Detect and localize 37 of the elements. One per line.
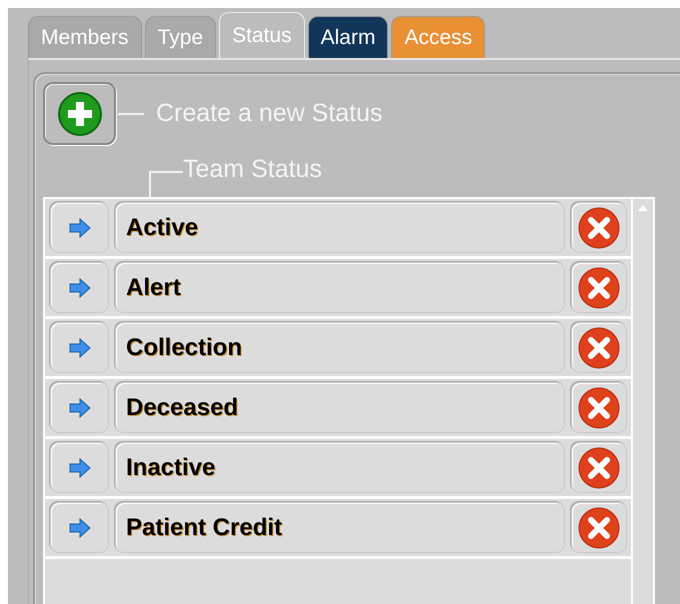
delete-icon (578, 506, 620, 548)
status-name-field[interactable]: Deceased (115, 382, 565, 433)
delete-button[interactable] (571, 322, 627, 373)
arrow-right-icon (68, 218, 92, 238)
arrow-button[interactable] (50, 262, 109, 313)
delete-icon (578, 266, 620, 308)
arrow-right-icon (68, 338, 92, 358)
arrow-button[interactable] (50, 382, 109, 433)
delete-button[interactable] (571, 502, 627, 553)
delete-button[interactable] (571, 262, 627, 313)
status-name-field[interactable]: Alert (115, 262, 565, 313)
arrow-button[interactable] (50, 202, 109, 253)
status-name-field[interactable]: Collection (115, 322, 565, 373)
arrow-right-icon (68, 458, 92, 478)
arrow-right-icon (68, 398, 92, 418)
scrollbar[interactable] (633, 197, 655, 604)
delete-button[interactable] (571, 202, 627, 253)
add-button[interactable] (43, 82, 116, 145)
tab[interactable]: Alarm (308, 16, 388, 58)
list-title: Team Status (183, 155, 322, 185)
arrow-button[interactable] (50, 502, 109, 553)
status-name-field[interactable]: Inactive (115, 442, 565, 493)
delete-icon (578, 446, 620, 488)
arrow-button[interactable] (50, 322, 109, 373)
status-name-field[interactable]: Active (115, 202, 565, 253)
create-label: Create a new Status (156, 99, 383, 128)
delete-icon (578, 326, 620, 368)
arrow-right-icon (68, 518, 92, 538)
leader-line (118, 112, 144, 114)
delete-button[interactable] (571, 442, 627, 493)
delete-button[interactable] (571, 382, 627, 433)
arrow-right-icon (68, 278, 92, 298)
plus-icon (56, 90, 102, 136)
delete-icon (578, 386, 620, 428)
arrow-button[interactable] (50, 442, 109, 493)
delete-icon (578, 206, 620, 248)
status-name-field[interactable]: Patient Credit (115, 502, 565, 553)
